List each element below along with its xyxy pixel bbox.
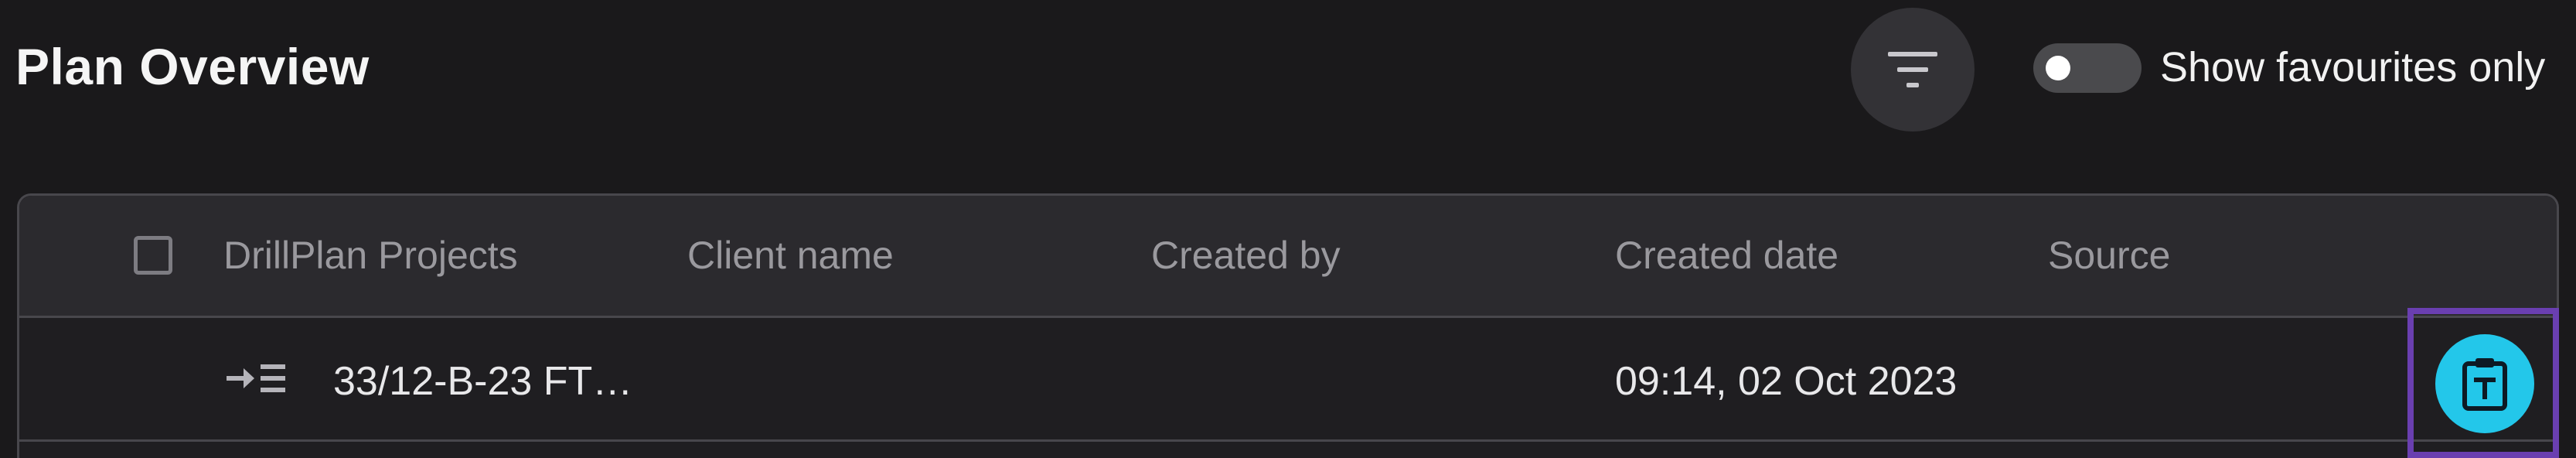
column-header-created-date[interactable]: Created date: [1615, 233, 1838, 278]
expand-tree-icon[interactable]: [227, 357, 285, 400]
favourites-toggle[interactable]: [2033, 43, 2142, 93]
template-action-button[interactable]: [2435, 334, 2534, 433]
table-header-row: DrillPlan Projects Client name Created b…: [19, 196, 2557, 318]
page-title: Plan Overview: [15, 38, 370, 95]
toggle-knob: [2046, 56, 2070, 80]
column-header-created-by[interactable]: Created by: [1151, 233, 1341, 278]
table-row[interactable]: 33/12-B-23 FT… 09:14, 02 Oct 2023: [19, 318, 2557, 442]
filter-button[interactable]: [1851, 8, 1975, 132]
cell-created-date: 09:14, 02 Oct 2023: [1615, 359, 1958, 404]
favourites-toggle-label: Show favourites only: [2160, 44, 2546, 91]
column-header-client-name[interactable]: Client name: [687, 233, 894, 278]
column-header-projects[interactable]: DrillPlan Projects: [223, 233, 518, 278]
cell-project-name[interactable]: 33/12-B-23 FT…: [333, 358, 632, 405]
select-all-checkbox[interactable]: [134, 236, 172, 275]
clipboard-t-icon: [2462, 358, 2507, 411]
filter-icon: [1888, 52, 1937, 87]
projects-table: DrillPlan Projects Client name Created b…: [17, 193, 2559, 458]
column-header-source[interactable]: Source: [2048, 233, 2170, 278]
plan-overview-page: Plan Overview Show favourites only Drill…: [0, 0, 2576, 458]
